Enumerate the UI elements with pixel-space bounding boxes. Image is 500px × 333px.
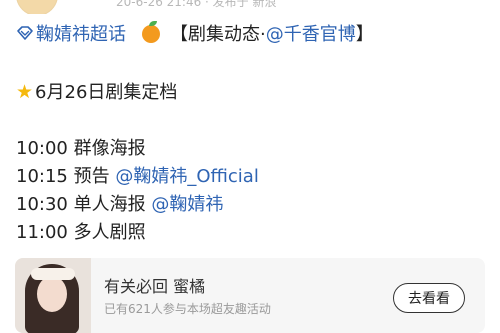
schedule-mention-link[interactable]: @鞠婧祎 xyxy=(151,194,223,215)
card-subtitle: 已有621人参与本场超友趣活动 xyxy=(104,302,271,316)
star-emoji-icon: ★ xyxy=(16,81,34,103)
orange-emoji-icon xyxy=(142,21,160,43)
card-thumbnail xyxy=(15,258,91,333)
schedule-item: 10:15 预告 @鞠婧祎_Official xyxy=(16,165,259,189)
go-see-button[interactable]: 去看看 xyxy=(393,283,465,313)
title-mention-link[interactable]: @千香官博 xyxy=(266,24,356,45)
post-header: 20-6-26 21:46 · 发布于 新浪 xyxy=(0,0,500,14)
title-text: 【剧集动态· xyxy=(170,24,266,45)
supertopic-link[interactable]: 鞠婧祎超话 xyxy=(16,24,126,45)
schedule-time: 11:00 xyxy=(16,222,68,243)
card-title: 有关必回 蜜橘 xyxy=(104,277,206,296)
author-avatar[interactable] xyxy=(16,0,58,14)
post-title-line: 鞠婧祎超话 【剧集动态·@千香官博】 xyxy=(16,21,374,47)
schedule-text: 预告 xyxy=(73,166,110,187)
schedule-time: 10:15 xyxy=(16,166,68,187)
schedule-mention-link[interactable]: @鞠婧祎_Official xyxy=(115,166,259,187)
thumbnail-face xyxy=(37,276,67,312)
schedule-item: 10:00 群像海报 xyxy=(16,137,146,161)
supertopic-name: 鞠婧祎超话 xyxy=(36,24,126,45)
post-meta: 20-6-26 21:46 · 发布于 新浪 xyxy=(116,0,277,9)
supertopic-diamond-icon xyxy=(17,26,33,40)
date-text: 6月26日剧集定档 xyxy=(35,82,178,103)
activity-card[interactable]: 有关必回 蜜橘 已有621人参与本场超友趣活动 去看看 xyxy=(15,258,485,333)
schedule-item: 10:30 单人海报 @鞠婧祎 xyxy=(16,193,223,217)
thumbnail-headpiece xyxy=(31,268,75,280)
schedule-text: 群像海报 xyxy=(73,138,146,159)
date-line: ★ 6月26日剧集定档 xyxy=(16,80,177,105)
title-end: 】 xyxy=(355,24,374,45)
schedule-time: 10:00 xyxy=(16,138,68,159)
schedule-text: 多人剧照 xyxy=(73,222,146,243)
schedule-time: 10:30 xyxy=(16,194,68,215)
schedule-text: 单人海报 xyxy=(73,194,146,215)
schedule-item: 11:00 多人剧照 xyxy=(16,221,146,245)
